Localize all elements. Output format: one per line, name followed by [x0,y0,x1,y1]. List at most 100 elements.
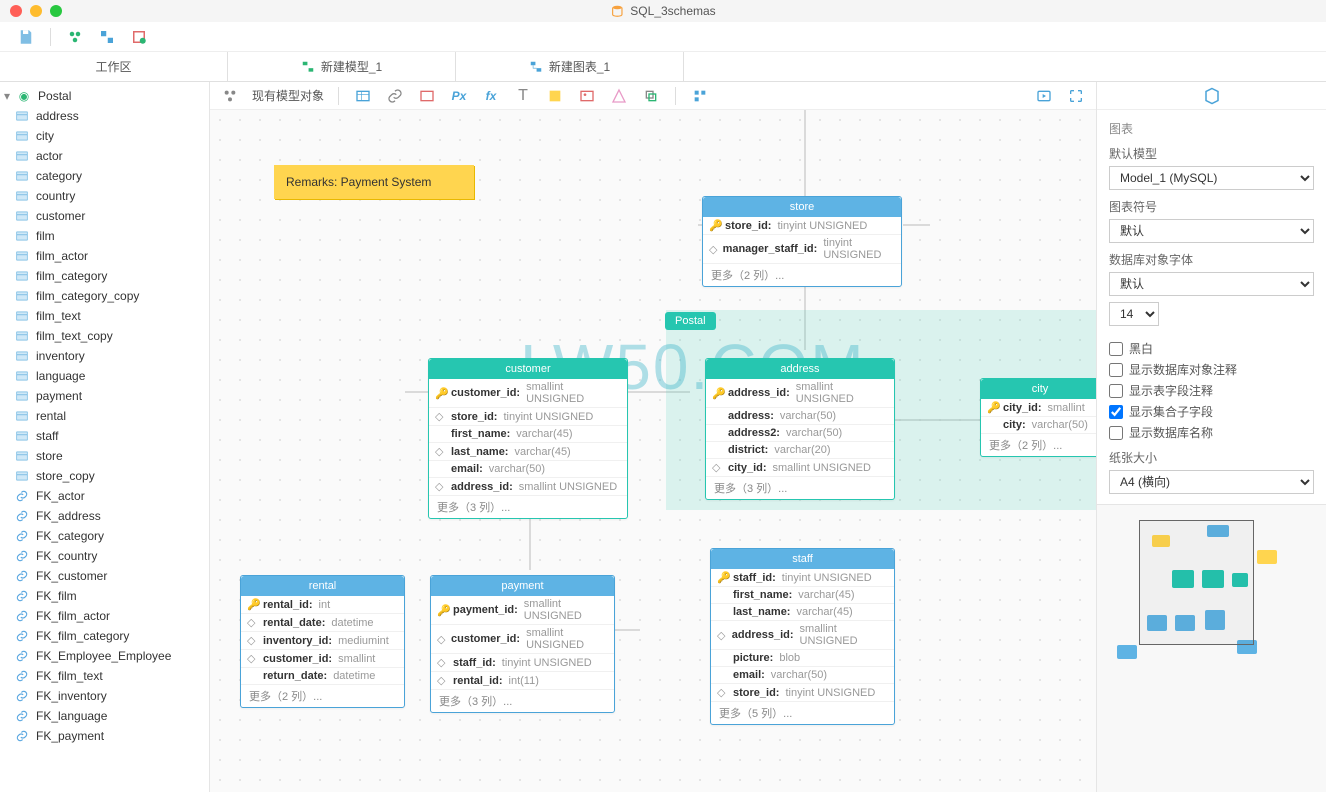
tree-fk-FK_category[interactable]: FK_category [0,526,209,546]
symbol-select[interactable]: 默认 [1109,219,1314,243]
tree-fk-FK_film_category[interactable]: FK_film_category [0,626,209,646]
tree-fk-FK_Employee_Employee[interactable]: FK_Employee_Employee [0,646,209,666]
tree-fk-FK_address[interactable]: FK_address [0,506,209,526]
tree-fk-FK_film_actor[interactable]: FK_film_actor [0,606,209,626]
sticky-note[interactable]: Remarks: Payment System [274,165,474,199]
text-tool-icon[interactable]: T [513,86,533,106]
view-tool-icon[interactable] [417,86,437,106]
font-label: 数据库对象字体 [1109,251,1314,268]
tree-table-actor[interactable]: actor [0,146,209,166]
er-table-city[interactable]: city🔑city_id:smallintcity:varchar(50)更多（… [980,378,1096,457]
fk-icon [14,548,30,564]
minimap[interactable] [1097,504,1326,792]
diagram-tab-icon [529,60,543,74]
fk-icon [14,668,30,684]
tree-table-customer[interactable]: customer [0,206,209,226]
main-toolbar [0,22,1326,52]
table-icon [14,188,30,204]
er-table-customer[interactable]: customer🔑customer_id:smallint UNSIGNED◇s… [428,358,628,519]
tree-table-film_text_copy[interactable]: film_text_copy [0,326,209,346]
func-tool-icon[interactable]: fx [481,86,501,106]
diagram-icon[interactable] [97,27,117,47]
table-icon [14,328,30,344]
cb-db-name[interactable]: 显示数据库名称 [1109,424,1314,441]
maximize-window-button[interactable] [50,5,62,17]
tree-fk-FK_payment[interactable]: FK_payment [0,726,209,746]
export-icon[interactable] [129,27,149,47]
default-model-select[interactable]: Model_1 (MySQL) [1109,166,1314,190]
tab-model[interactable]: 新建模型_1 [228,52,456,81]
tree-table-city[interactable]: city [0,126,209,146]
preview-icon[interactable] [1034,86,1054,106]
table-tool-icon[interactable] [353,86,373,106]
tab-diagram[interactable]: 新建图表_1 [456,52,684,81]
cb-sub-fields[interactable]: 显示集合子字段 [1109,403,1314,420]
fk-icon [14,628,30,644]
er-table-rental[interactable]: rental🔑rental_id:int◇rental_date:datetim… [240,575,405,708]
fk-icon [14,528,30,544]
paper-select[interactable]: A4 (横向) [1109,470,1314,494]
font-size-select[interactable]: 14 [1109,302,1159,326]
minimize-window-button[interactable] [30,5,42,17]
save-icon[interactable] [16,27,36,47]
tree-table-film_actor[interactable]: film_actor [0,246,209,266]
table-icon [14,108,30,124]
font-select[interactable]: 默认 [1109,272,1314,296]
close-window-button[interactable] [10,5,22,17]
tree-table-staff[interactable]: staff [0,426,209,446]
cb-bw[interactable]: 黑白 [1109,340,1314,357]
tree-fk-FK_film_text[interactable]: FK_film_text [0,666,209,686]
tree-fk-FK_customer[interactable]: FK_customer [0,566,209,586]
panel-head-icon[interactable] [1097,82,1326,110]
note-tool-icon[interactable] [545,86,565,106]
tree-fk-FK_film[interactable]: FK_film [0,586,209,606]
tree-table-language[interactable]: language [0,366,209,386]
er-table-staff[interactable]: staff🔑staff_id:tinyint UNSIGNEDfirst_nam… [710,548,895,725]
tree-table-category[interactable]: category [0,166,209,186]
tree-table-store[interactable]: store [0,446,209,466]
shape-tool-icon[interactable] [609,86,629,106]
cb-obj-comment[interactable]: 显示数据库对象注释 [1109,361,1314,378]
layer-tool-icon[interactable] [641,86,661,106]
tree-table-film_category[interactable]: film_category [0,266,209,286]
auto-layout-icon[interactable] [690,86,710,106]
er-table-store[interactable]: store🔑store_id:tinyint UNSIGNED◇manager_… [702,196,902,287]
properties-panel: 图表 默认模型 Model_1 (MySQL) 图表符号 默认 数据库对象字体 … [1096,82,1326,792]
tree-fk-FK_language[interactable]: FK_language [0,706,209,726]
app-title: SQL_3schemas [610,4,715,18]
image-tool-icon[interactable] [577,86,597,106]
tree-table-rental[interactable]: rental [0,406,209,426]
tree-table-store_copy[interactable]: store_copy [0,466,209,486]
tree-fk-FK_actor[interactable]: FK_actor [0,486,209,506]
table-icon [14,268,30,284]
er-table-payment[interactable]: payment🔑payment_id:smallint UNSIGNED◇cus… [430,575,615,713]
fk-icon [14,508,30,524]
tree-table-address[interactable]: address [0,106,209,126]
table-icon [14,428,30,444]
tree-table-payment[interactable]: payment [0,386,209,406]
table-icon [14,248,30,264]
link-tool-icon[interactable] [385,86,405,106]
model-icon[interactable] [65,27,85,47]
fullscreen-icon[interactable] [1066,86,1086,106]
tree-table-film_category_copy[interactable]: film_category_copy [0,286,209,306]
tree-fk-FK_country[interactable]: FK_country [0,546,209,566]
er-table-address[interactable]: address🔑address_id:smallint UNSIGNEDaddr… [705,358,895,500]
canvas-toolbar: 现有模型对象 Px fx T [210,82,1096,110]
er-canvas[interactable]: Remarks: Payment System Postal LW50.COM … [210,110,1096,792]
tab-workspace[interactable]: 工作区 [0,52,228,81]
object-tree[interactable]: ▾ ◉ Postal addresscityactorcategorycount… [0,82,210,792]
table-icon [14,288,30,304]
tree-root[interactable]: ▾ ◉ Postal [0,86,209,106]
tree-table-film[interactable]: film [0,226,209,246]
proc-tool-icon[interactable]: Px [449,86,469,106]
tree-table-country[interactable]: country [0,186,209,206]
fk-icon [14,488,30,504]
objects-icon[interactable] [220,86,240,106]
schema-tag[interactable]: Postal [665,312,716,330]
tree-table-inventory[interactable]: inventory [0,346,209,366]
fk-icon [14,728,30,744]
tree-fk-FK_inventory[interactable]: FK_inventory [0,686,209,706]
tree-table-film_text[interactable]: film_text [0,306,209,326]
cb-field-comment[interactable]: 显示表字段注释 [1109,382,1314,399]
